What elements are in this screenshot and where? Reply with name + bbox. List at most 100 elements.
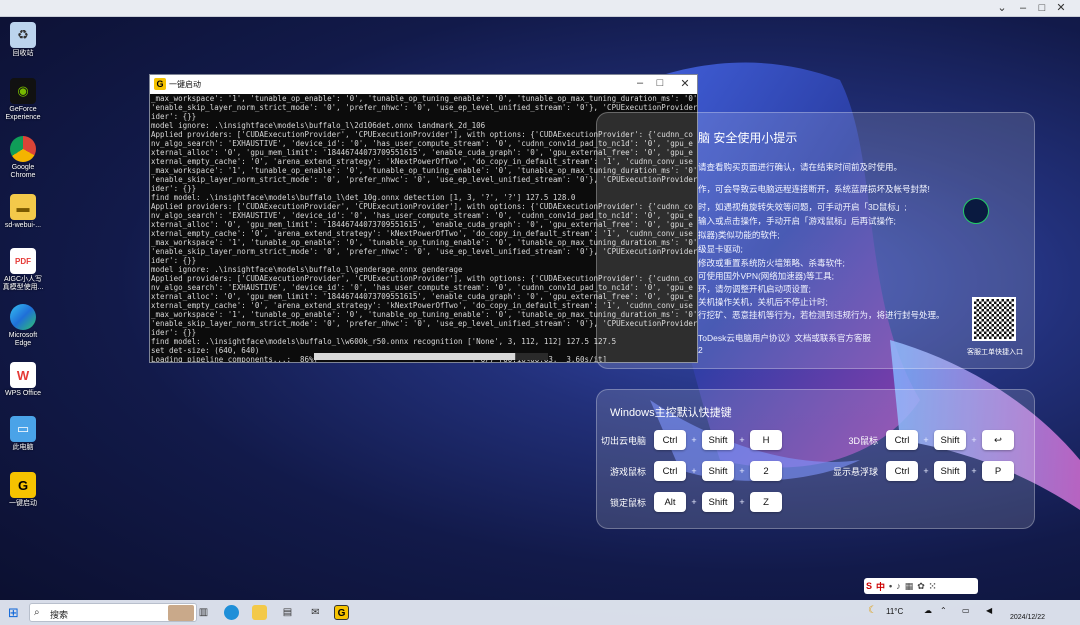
key: Ctrl — [654, 461, 686, 481]
tip-line: 请查看购买页面进行确认，请在结束时间前及时使用。 — [698, 162, 903, 172]
keyboard-icon[interactable]: ▦ — [905, 581, 914, 592]
plus-sign: + — [691, 435, 697, 445]
tip-line: 输入或点击操作，手动开启「游戏鼠标」后再试操作; — [698, 216, 896, 226]
microphone-icon[interactable]: ♪ — [896, 581, 901, 591]
cloud-icon[interactable]: ☁ — [924, 606, 932, 615]
sogou-icon: S — [866, 581, 873, 591]
weather-temp[interactable]: 11°C — [886, 607, 903, 616]
tip-line: 关机操作关机，关机后不停止计时; — [698, 297, 828, 307]
ime-mode[interactable]: 中 — [876, 580, 885, 593]
todesk-logo-icon — [963, 198, 989, 224]
start-icon[interactable]: ⊞ — [6, 605, 21, 620]
recycle-bin-icon: ♻ — [10, 22, 36, 48]
desktop-icon-wps[interactable]: W WPS Office — [2, 362, 44, 398]
key: Z — [750, 492, 782, 512]
tip-line: 修改或重置系统防火墙策略、杀毒软件; — [698, 258, 845, 268]
key: 2 — [750, 461, 782, 481]
tray-chevron-icon[interactable]: ⌃ — [940, 606, 947, 615]
geforce-icon: ◉ — [10, 78, 36, 104]
date-display[interactable]: 2024/12/22 — [1010, 614, 1045, 621]
tip-link[interactable]: ToDesk云电脑用户协议》文档或联系官方客服 — [698, 332, 871, 344]
tip-line: 时，如遇视角旋转失效等问题，可手动开启「3D鼠标」; — [698, 202, 907, 212]
progress-bar — [314, 353, 548, 360]
plus-sign: + — [739, 466, 745, 476]
plus-sign: + — [739, 497, 745, 507]
desktop-icon-launcher[interactable]: G 一键启动 — [2, 472, 44, 508]
maximize-button[interactable]: □ — [650, 77, 670, 89]
key: Shift — [702, 492, 734, 512]
shortcut-row: 3D鼠标 Ctrl + Shift + ↩ — [833, 430, 1014, 450]
shortcut-name: 显示悬浮球 — [833, 466, 879, 477]
shortcut-row: 显示悬浮球 Ctrl + Shift + P — [833, 461, 1014, 481]
search-box[interactable]: ⌕ 搜索 — [29, 603, 197, 622]
file-explorer-icon[interactable] — [252, 605, 267, 620]
desktop-icon-folder[interactable]: ▬ sd-webui-... — [2, 194, 44, 230]
shortcuts-title: Windows主控默认快捷键 — [610, 407, 732, 419]
search-placeholder: 搜索 — [50, 610, 69, 620]
punctuation-icon[interactable]: • — [889, 581, 892, 591]
close-button[interactable]: ✕ — [675, 77, 695, 90]
desktop-icon-pdf[interactable]: PDF AIGC小人写真模型使用... — [2, 248, 44, 292]
tip-line: 拟器)类似功能的软件; — [698, 230, 780, 240]
shortcut-row: 游戏鼠标 Ctrl + Shift + 2 — [601, 461, 782, 481]
minimize-button[interactable]: – — [630, 77, 650, 89]
desktop-icon-recycle-bin[interactable]: ♻ 回收站 — [2, 22, 44, 58]
tip-line: 级显卡驱动; — [698, 244, 743, 254]
shortcut-row: 锁定鼠标 Alt + Shift + Z — [601, 492, 782, 512]
console-title: 一键启动 — [169, 80, 201, 89]
computer-icon: ▭ — [10, 416, 36, 442]
grid-icon[interactable]: ⁙ — [929, 581, 937, 592]
tip-line: 行挖矿、恶意挂机等行为，若检测到违规行为，将进行封号处理。 — [698, 310, 945, 320]
plus-sign: + — [971, 435, 977, 445]
mail-icon[interactable]: ✉ — [308, 605, 323, 620]
key: ↩ — [982, 430, 1014, 450]
chrome-icon — [10, 136, 36, 162]
remote-window-bar: ⌄ – □ ✕ — [0, 0, 1080, 17]
key: Ctrl — [886, 430, 918, 450]
launcher-icon: G — [154, 78, 166, 90]
tip-line: 可使用国外VPN(网络加速器)等工具; — [698, 271, 835, 281]
tips-panel: 脑 安全使用小提示 请查看购买页面进行确认，请在结束时间前及时使用。 作，可会导… — [596, 112, 1035, 369]
key: Shift — [934, 430, 966, 450]
restore-icon[interactable]: □ — [1034, 1, 1050, 15]
shortcuts-panel: Windows主控默认快捷键 切出云电脑 Ctrl + Shift + H 游戏… — [596, 389, 1035, 529]
launcher-icon: G — [10, 472, 36, 498]
close-icon[interactable]: ✕ — [1053, 1, 1069, 15]
key: Alt — [654, 492, 686, 512]
tip-line: 2 — [698, 345, 703, 355]
plus-sign: + — [971, 466, 977, 476]
key: Ctrl — [886, 461, 918, 481]
pin-icon[interactable]: ⌄ — [994, 1, 1010, 15]
volume-icon[interactable]: ◀ — [986, 606, 992, 615]
plus-sign: + — [691, 497, 697, 507]
plus-sign: + — [691, 466, 697, 476]
taskbar: ⊞ ⌕ 搜索 ▥ ▤ ✉ G ☾ 11°C ☁ ⌃ ▭ ◀ 2024/12/22 — [0, 600, 1080, 625]
weather-icon[interactable]: ☾ — [868, 605, 877, 616]
tips-title: 脑 安全使用小提示 — [698, 131, 798, 145]
edge-icon[interactable] — [224, 605, 239, 620]
task-view-icon[interactable]: ▥ — [196, 605, 211, 620]
search-icon: ⌕ — [34, 607, 40, 618]
progress-fill — [314, 353, 516, 360]
desktop-icon-edge[interactable]: Microsoft Edge — [2, 304, 44, 348]
launcher-icon[interactable]: G — [334, 605, 349, 620]
console-titlebar[interactable]: G 一键启动 – □ ✕ — [150, 75, 697, 94]
shortcut-name: 游戏鼠标 — [609, 466, 646, 477]
desktop-icon-this-pc[interactable]: ▭ 此电脑 — [2, 416, 44, 452]
desktop-icon-geforce[interactable]: ◉ GeForce Experience — [2, 78, 44, 122]
wps-icon: W — [10, 362, 36, 388]
store-icon[interactable]: ▤ — [280, 605, 295, 620]
shortcut-name: 3D鼠标 — [848, 435, 878, 446]
network-icon[interactable]: ▭ — [962, 606, 970, 615]
ime-toolbar[interactable]: S 中 • ♪ ▦ ✿ ⁙ — [864, 578, 978, 594]
search-highlight-image — [168, 605, 194, 621]
pdf-icon: PDF — [10, 248, 36, 274]
key: Ctrl — [654, 430, 686, 450]
plus-sign: + — [923, 435, 929, 445]
skin-icon[interactable]: ✿ — [917, 581, 925, 592]
qr-code-icon[interactable] — [972, 297, 1016, 341]
desktop-icon-chrome[interactable]: Google Chrome — [2, 136, 44, 180]
minimize-icon[interactable]: – — [1015, 1, 1031, 15]
shortcut-name: 切出云电脑 — [601, 435, 647, 446]
key: Shift — [702, 430, 734, 450]
